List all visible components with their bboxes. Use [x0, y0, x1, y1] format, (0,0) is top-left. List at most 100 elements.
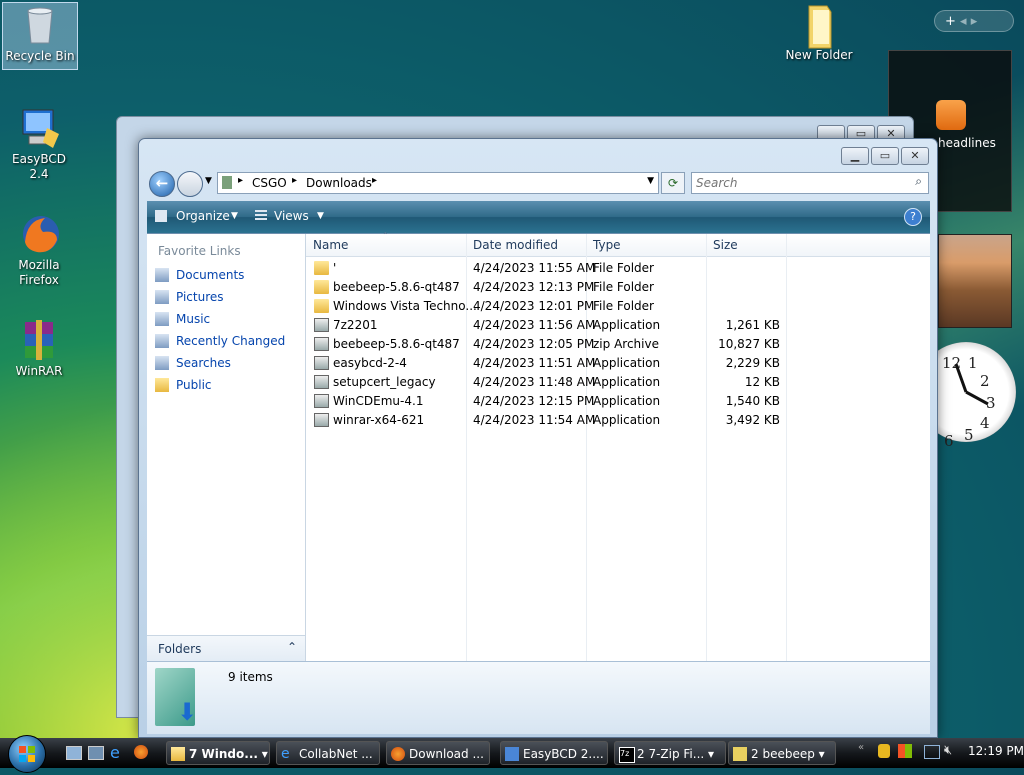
- folder-icon: [314, 261, 329, 275]
- desktop-icon-new-folder[interactable]: New Folder: [782, 2, 856, 63]
- file-type: File Folder: [593, 299, 654, 313]
- breadcrumb-csgo[interactable]: CSGO: [252, 176, 287, 190]
- file-row[interactable]: 7z2201 4/24/2023 11:56 AM Application 1,261…: [306, 316, 930, 335]
- file-date: 4/24/2023 12:15 PM: [473, 394, 595, 408]
- file-row[interactable]: easybcd-2-4 4/24/2023 11:51 AM Application…: [306, 354, 930, 373]
- firefox-quicklaunch-icon[interactable]: [134, 745, 148, 759]
- nav-item-music[interactable]: Music: [155, 312, 210, 326]
- taskbar-clock[interactable]: 12:19 PM: [968, 744, 1024, 758]
- close-button[interactable]: ✕: [901, 147, 929, 165]
- desktop-icon-winrar[interactable]: WinRAR: [2, 318, 76, 379]
- nav-item-documents[interactable]: Documents: [155, 268, 244, 282]
- easybcd-icon: [505, 747, 519, 761]
- taskbar-button-7zip[interactable]: 7z 2 7-Zip Fi... ▾: [614, 741, 726, 765]
- taskbar-button-label: 2 beebeep: [751, 747, 815, 761]
- desktop-icon-label: EasyBCD 2.4: [12, 152, 66, 181]
- forward-button[interactable]: [177, 171, 203, 197]
- file-name: beebeep-5.8.6-qt487: [333, 280, 460, 294]
- explorer-window[interactable]: ▁ ▭ ✕ ← ▼ ▸ CSGO ▸ Downloads ▸ ▼ ⟳ ⌕ Org…: [138, 138, 938, 738]
- explorer-content: Favorite Links Documents Pictures Music …: [147, 231, 930, 662]
- nav-item-searches[interactable]: Searches: [155, 356, 231, 370]
- folders-toggle[interactable]: Folders ⌃: [147, 635, 305, 662]
- nav-item-label: Music: [176, 312, 211, 326]
- column-header-name[interactable]: Name: [313, 238, 348, 252]
- nav-item-recently-changed[interactable]: Recently Changed: [155, 334, 285, 348]
- security-shield-icon[interactable]: [878, 744, 890, 758]
- file-date: 4/24/2023 11:54 AM: [473, 413, 596, 427]
- column-header-date[interactable]: Date modified: [473, 238, 558, 252]
- beebeep-icon: [733, 747, 747, 761]
- network-icon[interactable]: [924, 745, 940, 759]
- sidebar-add-gadget-button[interactable]: + ◂ ▸: [934, 10, 1014, 32]
- taskbar-button-label: 2 7-Zip Fi...: [637, 747, 705, 761]
- column-header-type[interactable]: Type: [593, 238, 621, 252]
- views-dropdown-icon[interactable]: ▼: [317, 211, 324, 221]
- file-size: 1,540 KB: [725, 394, 780, 408]
- folder-icon: [314, 280, 329, 294]
- navigation-bar: ← ▼ ▸ CSGO ▸ Downloads ▸ ▼ ⟳ ⌕: [149, 171, 929, 197]
- folder-icon: [314, 299, 329, 313]
- file-row[interactable]: winrar-x64-621 4/24/2023 11:54 AM Applicat…: [306, 411, 930, 430]
- navigation-pane: Favorite Links Documents Pictures Music …: [147, 234, 306, 662]
- file-row[interactable]: WinCDEmu-4.1 4/24/2023 12:15 PM Applicatio…: [306, 392, 930, 411]
- file-row[interactable]: beebeep-5.8.6-qt487 4/24/2023 12:05 PM zip…: [306, 335, 930, 354]
- switch-windows-icon[interactable]: [88, 746, 104, 760]
- address-dropdown-icon[interactable]: ▼: [647, 176, 654, 186]
- slideshow-gadget[interactable]: [938, 234, 1012, 328]
- item-count: 9 items: [228, 670, 273, 684]
- download-arrow-icon: ⬇: [177, 698, 198, 726]
- taskbar-button-download[interactable]: Download ...: [386, 741, 490, 765]
- breadcrumb-downloads[interactable]: Downloads: [306, 176, 372, 190]
- search-icon[interactable]: ⌕: [915, 174, 922, 189]
- search-input[interactable]: [694, 174, 898, 192]
- internet-explorer-icon: e: [281, 746, 290, 762]
- recent-pages-chevron-icon[interactable]: ▼: [205, 176, 212, 186]
- column-header-size[interactable]: Size: [713, 238, 738, 252]
- taskbar-button-beebeep[interactable]: 2 beebeep ▾: [728, 741, 836, 765]
- help-icon[interactable]: ?: [904, 208, 922, 226]
- internet-explorer-icon[interactable]: e: [110, 743, 120, 762]
- desktop-icon-label: Recycle Bin: [5, 49, 75, 63]
- show-desktop-icon[interactable]: [66, 746, 82, 760]
- file-date: 4/24/2023 11:48 AM: [473, 375, 596, 389]
- nav-item-public[interactable]: Public: [155, 378, 212, 392]
- winrar-icon: [17, 318, 61, 362]
- desktop-icon-easybcd[interactable]: EasyBCD 2.4: [2, 106, 76, 182]
- windows-update-icon[interactable]: [898, 744, 912, 758]
- desktop-icon-recycle-bin[interactable]: Recycle Bin: [2, 2, 78, 70]
- file-type: File Folder: [593, 261, 654, 275]
- taskbar-button-collabnet[interactable]: e CollabNet ...: [276, 741, 380, 765]
- taskbar: e 7 Windo... ▾ e CollabNet ... Download .…: [0, 735, 1024, 773]
- volume-muted-icon[interactable]: 🔇︎: [944, 743, 952, 758]
- tray-expand-icon[interactable]: «: [858, 742, 864, 753]
- file-row[interactable]: ' 4/24/2023 11:55 AM File Folder: [306, 259, 930, 278]
- organize-icon: [155, 210, 167, 222]
- maximize-button[interactable]: ▭: [871, 147, 899, 165]
- desktop-icon-firefox[interactable]: Mozilla Firefox: [2, 212, 76, 288]
- views-icon: [255, 210, 267, 222]
- taskbar-button-label: 7 Windo...: [189, 747, 258, 761]
- organize-button[interactable]: Organize: [176, 209, 230, 223]
- 7zip-icon: [314, 318, 329, 332]
- file-row[interactable]: beebeep-5.8.6-qt487 4/24/2023 12:13 PM Fil…: [306, 278, 930, 297]
- rss-icon: [936, 100, 966, 130]
- taskbar-button-windows-explorer[interactable]: 7 Windo... ▾: [166, 741, 270, 765]
- file-row[interactable]: Windows Vista Techno... 4/24/2023 12:01 P…: [306, 297, 930, 316]
- search-box[interactable]: ⌕: [691, 172, 929, 194]
- taskbar-button-easybcd[interactable]: EasyBCD 2....: [500, 741, 608, 765]
- back-button[interactable]: ←: [149, 171, 175, 197]
- start-button[interactable]: [8, 735, 46, 773]
- nav-item-pictures[interactable]: Pictures: [155, 290, 224, 304]
- file-type: zip Archive: [593, 337, 659, 351]
- installer-icon: [314, 356, 329, 370]
- refresh-icon[interactable]: ⟳: [661, 172, 685, 194]
- feed-gadget-label: headlines: [938, 136, 996, 150]
- file-type: File Folder: [593, 280, 654, 294]
- file-row[interactable]: setupcert_legacy 4/24/2023 11:48 AM Applic…: [306, 373, 930, 392]
- zip-icon: [314, 337, 329, 351]
- views-button[interactable]: Views: [274, 209, 309, 223]
- file-name: 7z2201: [333, 318, 378, 332]
- minimize-button[interactable]: ▁: [841, 147, 869, 165]
- address-bar[interactable]: ▸ CSGO ▸ Downloads ▸ ▼: [217, 172, 659, 194]
- file-date: 4/24/2023 12:01 PM: [473, 299, 595, 313]
